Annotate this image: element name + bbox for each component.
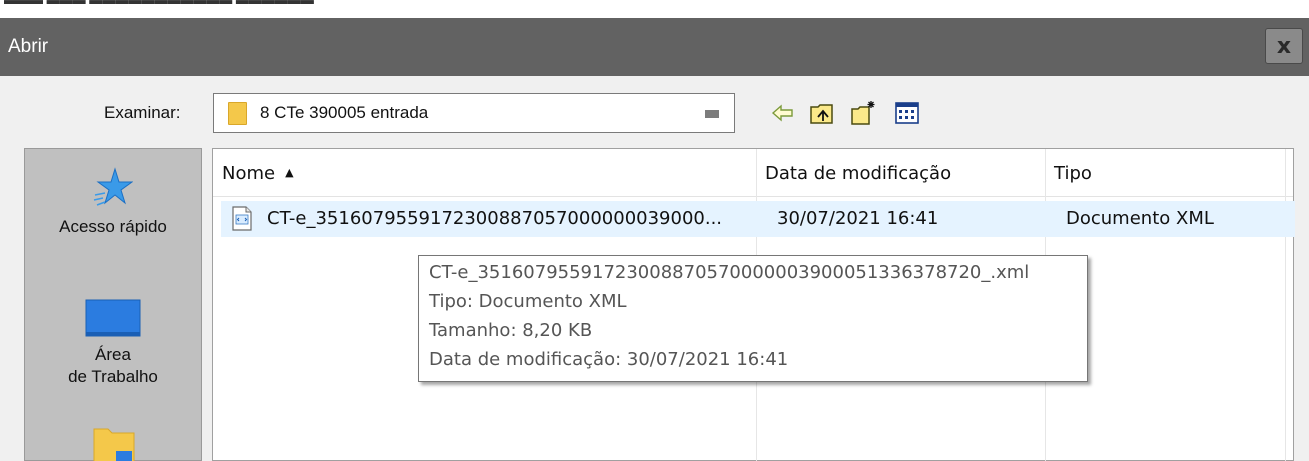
view-menu-button[interactable] [892, 98, 922, 128]
up-folder-button[interactable] [807, 98, 837, 128]
file-name: CT-e_3516079559172300887057000000039000.… [267, 208, 723, 229]
column-type[interactable]: Tipo [1045, 149, 1285, 197]
file-tooltip: CT-e_35160795591723008870570000003900051… [418, 255, 1088, 382]
tooltip-filename: CT-e_35160795591723008870570000003900051… [429, 262, 1030, 283]
star-icon [93, 167, 134, 206]
file-type: Documento XML [1066, 208, 1214, 229]
column-divider[interactable] [1285, 149, 1286, 461]
title-bar[interactable]: Abrir x [0, 18, 1309, 76]
lookin-label: Examinar: [104, 103, 181, 122]
folder-icon [93, 428, 135, 461]
file-row[interactable]: CT-e_3516079559172300887057000000039000.… [221, 201, 1295, 237]
place-folder[interactable] [25, 427, 201, 461]
column-label: Tipo [1054, 163, 1092, 184]
column-date[interactable]: Data de modificação [756, 149, 1045, 197]
xml-file-icon [232, 206, 252, 231]
back-icon [771, 104, 793, 122]
tooltip-size: Tamanho: 8,20 KB [429, 320, 593, 341]
column-header-row: Nome ▲ Data de modificação Tipo [213, 149, 1293, 197]
close-icon: x [1276, 33, 1292, 59]
file-modified: 30/07/2021 16:41 [777, 208, 939, 229]
background-window-strip: ▬▬▬ ▬▬▬ ▬▬▬▬▬▬▬▬▬▬▬ ▬▬▬▬▬▬ [0, 0, 1309, 18]
place-desktop[interactable]: Área de Trabalho [25, 299, 201, 388]
tooltip-date: Data de modificação: 30/07/2021 16:41 [429, 349, 789, 370]
column-label: Nome [222, 163, 276, 184]
close-button[interactable]: x [1265, 28, 1303, 64]
column-name[interactable]: Nome ▲ [213, 149, 756, 197]
place-label: Área [95, 345, 131, 364]
window-title: Abrir [8, 36, 49, 57]
tooltip-type: Tipo: Documento XML [429, 291, 627, 312]
dropdown-icon[interactable] [705, 110, 719, 118]
view-menu-icon [895, 102, 919, 124]
places-bar: Acesso rápido Área de Trabalho [24, 148, 202, 461]
folder-icon [228, 102, 247, 125]
lookin-value: 8 CTe 390005 entrada [260, 103, 429, 122]
new-folder-button[interactable] [848, 98, 878, 128]
column-label: Data de modificação [765, 163, 952, 184]
new-folder-icon [851, 101, 875, 125]
desktop-icon [85, 299, 141, 337]
place-quick-access[interactable]: Acesso rápido [25, 167, 201, 238]
up-folder-icon [810, 104, 833, 124]
place-label: de Trabalho [68, 367, 158, 386]
sort-ascending-icon: ▲ [285, 166, 294, 179]
back-button[interactable] [768, 98, 798, 128]
lookin-combobox[interactable]: 8 CTe 390005 entrada [213, 93, 735, 133]
place-label: Acesso rápido [59, 217, 167, 236]
